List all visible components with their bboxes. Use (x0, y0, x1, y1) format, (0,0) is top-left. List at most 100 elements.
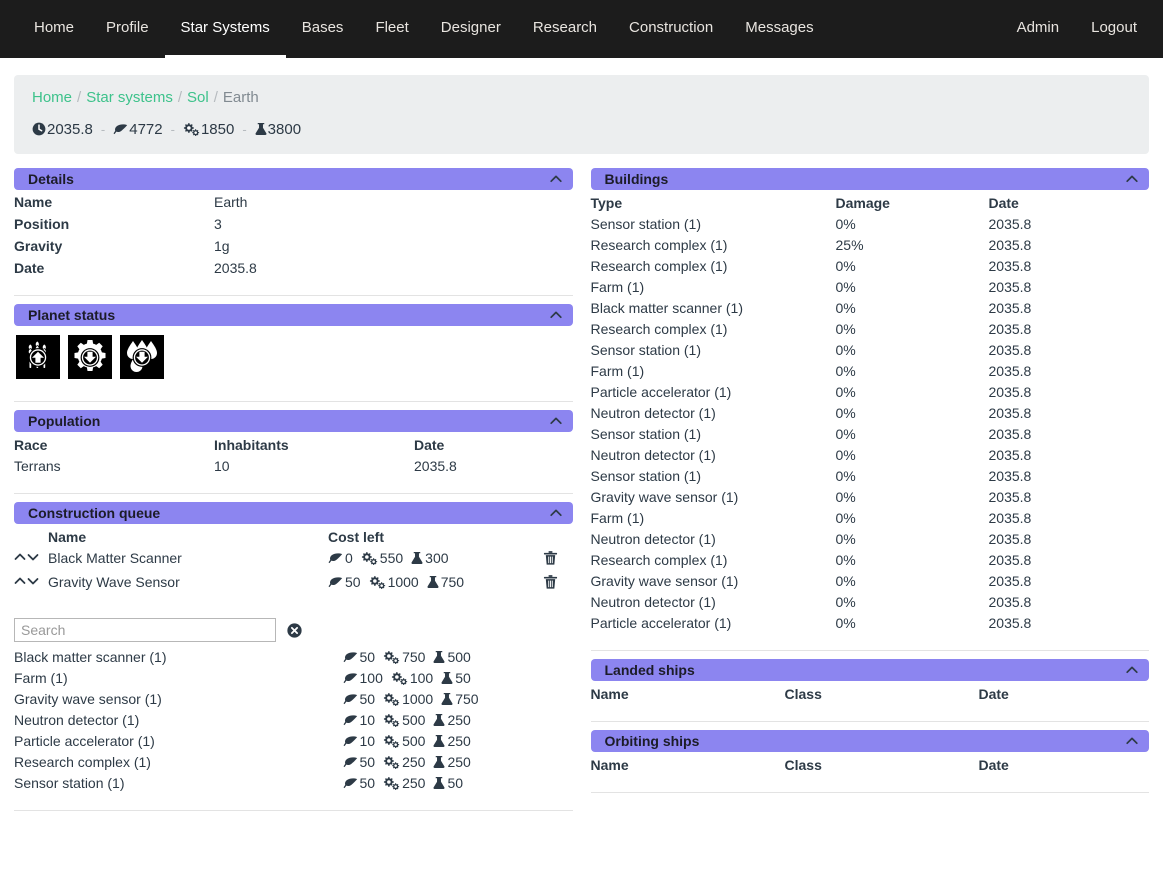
buildings-header-cell: Date (988, 195, 1019, 211)
buildable-row[interactable]: Farm (1) 100 100 50 (14, 668, 573, 689)
cost-leaf: 50 (343, 691, 375, 707)
buildable-name[interactable]: Research complex (1) (14, 752, 343, 773)
cost-cogs: 1000 (369, 574, 419, 590)
trash-icon[interactable] (543, 575, 558, 593)
buildings-cell: 2035.8 (988, 573, 1032, 589)
chevron-up-icon[interactable] (549, 506, 563, 520)
cost-value: 50 (447, 775, 464, 791)
cost-value: 250 (447, 733, 471, 749)
nav-item-bases[interactable]: Bases (286, 0, 360, 58)
nav-item-research[interactable]: Research (517, 0, 613, 58)
buildings-cell: 2035.8 (988, 405, 1032, 421)
nav-item-home[interactable]: Home (18, 0, 90, 58)
buildable-row[interactable]: Black matter scanner (1) 50 750 500 (14, 647, 573, 668)
nav-item-fleet[interactable]: Fleet (359, 0, 424, 58)
buildings-cell: Particle accelerator (1) (590, 384, 732, 400)
trash-icon[interactable] (543, 551, 558, 569)
nav-item-admin[interactable]: Admin (1001, 0, 1076, 58)
nav-item-messages[interactable]: Messages (729, 0, 829, 58)
breadcrumb-separator: / (177, 89, 183, 106)
buildable-name[interactable]: Particle accelerator (1) (14, 731, 343, 752)
clear-search-icon[interactable] (287, 622, 302, 638)
population-cell: Terrans (14, 458, 61, 474)
buildings-cell: 0% (835, 489, 856, 505)
buildings-cell: 0% (835, 594, 856, 610)
buildings-panel-header[interactable]: Buildings (590, 168, 1149, 190)
planet-status-panel-header[interactable]: Planet status (14, 304, 573, 326)
details-value: Earth (214, 194, 248, 210)
breadcrumb-item-home[interactable]: Home (32, 89, 72, 106)
cost-value: 500 (447, 649, 471, 665)
chevron-up-icon[interactable] (1125, 172, 1139, 186)
cost-value: 1000 (387, 574, 419, 590)
move-up-down-arrows[interactable] (14, 551, 39, 563)
buildings-header-cell: Damage (835, 195, 890, 211)
buildings-cell: 2035.8 (988, 300, 1032, 316)
buildings-cell: 2035.8 (988, 279, 1032, 295)
population-panel-header[interactable]: Population (14, 410, 573, 432)
nav-item-construction[interactable]: Construction (613, 0, 729, 58)
chevron-up-icon[interactable] (549, 308, 563, 322)
buildable-name[interactable]: Black matter scanner (1) (14, 647, 343, 668)
buildings-panel: Buildings Type Damage Date Sensor station … (590, 168, 1150, 651)
leaf-icon (328, 574, 343, 590)
cost-flask: 250 (433, 733, 471, 749)
buildings-cell: Farm (1) (590, 510, 645, 526)
chevron-up-icon (14, 553, 26, 560)
landed-ships-panel-header[interactable]: Landed ships (590, 659, 1149, 681)
chevron-up-icon[interactable] (1125, 734, 1139, 748)
search-input[interactable] (14, 618, 276, 642)
buildable-name[interactable]: Neutron detector (1) (14, 710, 343, 731)
nav-item-label: Admin (1016, 19, 1060, 36)
cost-value: 250 (447, 712, 471, 728)
nav-item-logout[interactable]: Logout (1075, 0, 1153, 58)
buildable-row[interactable]: Gravity wave sensor (1) 50 1000 750 (14, 689, 573, 710)
landed-ships-panel-body: Name Class Date (591, 681, 1150, 705)
left-column: Details Name Earth Position 3 Gravity 1g Date 2… (14, 168, 582, 819)
orbiting-ships-panel-header[interactable]: Orbiting ships (590, 730, 1149, 752)
move-up-down-arrows[interactable] (14, 575, 39, 587)
buildings-cell: Sensor station (1) (590, 426, 702, 442)
nav-item-designer[interactable]: Designer (425, 0, 517, 58)
landed-ships-header-cell: Class (784, 686, 822, 702)
cogs-icon (183, 121, 200, 138)
breadcrumb-item-star-systems[interactable]: Star systems (86, 89, 173, 106)
buildable-row[interactable]: Particle accelerator (1) 10 500 250 (14, 731, 573, 752)
population-table: Race Inhabitants Date Terrans 10 2035.8 (14, 433, 573, 477)
details-panel-header[interactable]: Details (14, 168, 573, 190)
buildable-name[interactable]: Farm (1) (14, 668, 343, 689)
buildings-row: Gravity wave sensor (1) 0% 2035.8 (591, 571, 1150, 592)
buildings-row: Research complex (1) 0% 2035.8 (591, 550, 1150, 571)
cost-flask: 50 (433, 775, 463, 791)
chevron-up-icon[interactable] (549, 172, 563, 186)
breadcrumb-item-sol[interactable]: Sol (187, 89, 209, 106)
buildable-name[interactable]: Gravity wave sensor (1) (14, 689, 343, 710)
nav-item-profile[interactable]: Profile (90, 0, 165, 58)
buildable-row[interactable]: Neutron detector (1) 10 500 250 (14, 710, 573, 731)
cogs-icon (391, 670, 408, 686)
chevron-up-icon[interactable] (1125, 663, 1139, 677)
buildable-name[interactable]: Sensor station (1) (14, 773, 343, 794)
buildable-row[interactable]: Research complex (1) 50 250 250 (14, 752, 573, 773)
buildings-row: Neutron detector (1) 0% 2035.8 (591, 592, 1150, 613)
flask-icon (255, 121, 267, 138)
orbiting-ships-panel-body: Name Class Date (591, 752, 1150, 776)
chevron-down-icon (27, 578, 39, 585)
cost-flask: 50 (441, 670, 471, 686)
cost-value: 50 (345, 574, 361, 590)
cost-value: 100 (359, 670, 383, 686)
breadcrumb-separator: / (213, 89, 218, 106)
construction-queue-header-cost: Cost left (328, 529, 384, 545)
buildings-row: Neutron detector (1) 0% 2035.8 (591, 529, 1150, 550)
buildings-cell: 2035.8 (988, 321, 1032, 337)
landed-ships-header-cell: Date (978, 686, 1009, 702)
chevron-up-icon[interactable] (549, 414, 563, 428)
cogs-icon (383, 733, 400, 749)
buildings-cell: Research complex (1) (590, 552, 728, 568)
cost-cogs: 100 (391, 670, 433, 686)
nav-item-star-systems[interactable]: Star Systems (164, 0, 286, 58)
cost-value: 50 (359, 754, 376, 770)
buildable-row[interactable]: Sensor station (1) 50 250 50 (14, 773, 573, 794)
construction-queue-panel-header[interactable]: Construction queue (14, 502, 573, 524)
cost-flask: 300 (411, 550, 449, 566)
